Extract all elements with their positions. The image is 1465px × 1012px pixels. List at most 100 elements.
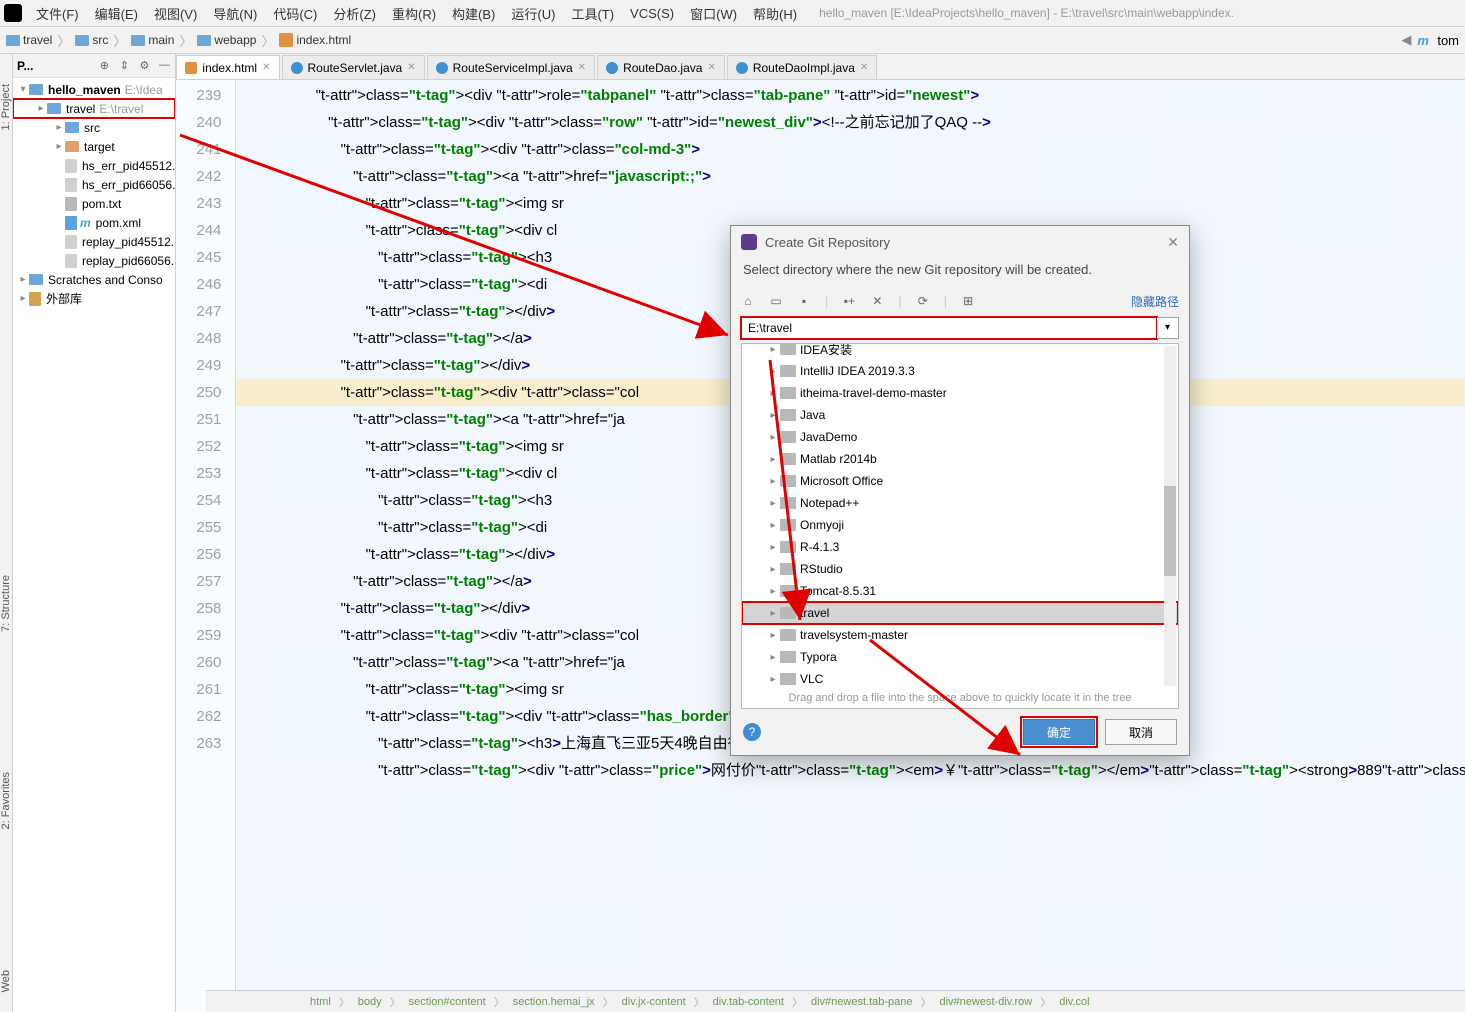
editor-tab[interactable]: index.html✕ (176, 55, 279, 79)
home-icon[interactable]: ⌂ (741, 294, 755, 308)
folder-row[interactable]: ▸Matlab r2014b (742, 448, 1178, 470)
breadcrumb-item[interactable]: webapp (197, 33, 256, 47)
folder-row[interactable]: ▸RStudio (742, 558, 1178, 580)
menu-edit[interactable]: 编辑(E) (87, 2, 146, 25)
bc-item[interactable]: div.tab-content (713, 996, 784, 1008)
back-icon[interactable]: ◀ (1401, 32, 1411, 48)
tree-row[interactable]: ▾hello_mavenE:\Idea (13, 80, 175, 99)
menu-code[interactable]: 代码(C) (265, 2, 325, 25)
folder-row[interactable]: ▸Microsoft Office (742, 470, 1178, 492)
bc-item[interactable]: html (310, 996, 331, 1008)
maven-icon[interactable]: m (1417, 33, 1431, 47)
rail-web[interactable]: Web (0, 970, 12, 992)
folder-row[interactable]: ▸IntelliJ IDEA 2019.3.3 (742, 360, 1178, 382)
breadcrumb-item[interactable]: main (131, 33, 174, 47)
menu-build[interactable]: 构建(B) (444, 2, 503, 25)
tree-row[interactable]: hs_err_pid66056. (13, 175, 175, 194)
dialog-toolbar: ⌂ ▭ ▪ | ▪+ ✕ | ⟳ | ⊞ 隐藏路径 (731, 287, 1189, 315)
tree-row[interactable]: ▸Scratches and Conso (13, 270, 175, 289)
menu-view[interactable]: 视图(V) (146, 2, 205, 25)
tree-row[interactable]: ▸外部库 (13, 289, 175, 308)
rail-favorites[interactable]: 2: Favorites (0, 772, 12, 829)
cancel-button[interactable]: 取消 (1105, 719, 1177, 745)
close-icon[interactable]: ✕ (1167, 234, 1179, 251)
tree-row[interactable]: replay_pid45512. (13, 232, 175, 251)
menu-file[interactable]: 文件(F) (28, 2, 87, 25)
path-dropdown[interactable]: ▾ (1157, 317, 1179, 339)
project-icon[interactable]: ▪ (797, 294, 811, 308)
folder-row[interactable]: ▸itheima-travel-demo-master (742, 382, 1178, 404)
hide-path-link[interactable]: 隐藏路径 (1131, 293, 1179, 310)
scrollbar-thumb[interactable] (1164, 486, 1176, 576)
close-icon[interactable]: ✕ (707, 62, 715, 73)
tree-row[interactable]: replay_pid66056. (13, 251, 175, 270)
rail-project[interactable]: 1: Project (0, 84, 12, 130)
folder-row[interactable]: ▸Java (742, 404, 1178, 426)
menu-vcs[interactable]: VCS(S) (622, 4, 682, 23)
bc-item[interactable]: div#newest.tab-pane (811, 996, 913, 1008)
bc-item[interactable]: body (358, 996, 382, 1008)
dialog-folder-tree[interactable]: ▸IDEA安装▸IntelliJ IDEA 2019.3.3▸itheima-t… (741, 343, 1179, 709)
menu-navigate[interactable]: 导航(N) (205, 2, 265, 25)
dialog-hint: Drag and drop a file into the space abov… (742, 688, 1178, 708)
close-icon[interactable]: ✕ (860, 62, 868, 73)
folder-row[interactable]: ▸R-4.1.3 (742, 536, 1178, 558)
bc-item[interactable]: div.col (1059, 996, 1089, 1008)
menu-tools[interactable]: 工具(T) (563, 2, 622, 25)
menu-window[interactable]: 窗口(W) (682, 2, 745, 25)
ok-button[interactable]: 确定 (1023, 719, 1095, 745)
tree-row[interactable]: pom.txt (13, 194, 175, 213)
close-icon[interactable]: ✕ (578, 62, 586, 73)
breadcrumb-sep: 〉 (261, 31, 274, 50)
path-input[interactable] (741, 317, 1157, 339)
tree-row[interactable]: ▸src (13, 118, 175, 137)
breadcrumb-item[interactable]: index.html (279, 33, 351, 47)
folder-row[interactable]: ▸VLC (742, 668, 1178, 688)
folder-icon (780, 409, 796, 421)
breadcrumb-item[interactable]: travel (6, 33, 52, 47)
hide-icon[interactable]: — (157, 59, 171, 73)
folder-row[interactable]: ▸travelsystem-master (742, 624, 1178, 646)
gear-icon[interactable]: ⚙ (137, 59, 151, 73)
breadcrumb-bar: travel 〉 src 〉 main 〉 webapp 〉 index.htm… (0, 27, 1465, 54)
show-hidden-icon[interactable]: ⊞ (961, 294, 975, 308)
bc-item[interactable]: section#content (409, 996, 486, 1008)
bc-item[interactable]: section.hemai_jx (513, 996, 595, 1008)
close-icon[interactable]: ✕ (407, 62, 415, 73)
folder-row[interactable]: ▸travel (742, 602, 1178, 624)
menu-run[interactable]: 运行(U) (503, 2, 563, 25)
folder-row[interactable]: ▸IDEA安装 (742, 344, 1178, 360)
editor-tab[interactable]: RouteDao.java✕ (597, 55, 725, 79)
bottom-breadcrumb[interactable]: html〉body〉section#content〉section.hemai_… (206, 990, 1465, 1012)
folder-row[interactable]: ▸Onmyoji (742, 514, 1178, 536)
help-icon[interactable]: ? (743, 723, 761, 741)
project-tree[interactable]: ▾hello_mavenE:\Idea▸travelE:\travel▸src▸… (13, 78, 175, 1012)
desktop-icon[interactable]: ▭ (769, 294, 783, 308)
editor-tab[interactable]: RouteServlet.java✕ (282, 55, 425, 79)
close-icon[interactable]: ✕ (262, 62, 270, 73)
tree-row[interactable]: ▸travelE:\travel (13, 99, 175, 118)
tree-row[interactable]: ▸target (13, 137, 175, 156)
tree-row[interactable]: mpom.xml (13, 213, 175, 232)
menu-analyze[interactable]: 分析(Z) (325, 2, 384, 25)
rail-structure[interactable]: 7: Structure (0, 575, 12, 632)
folder-icon (780, 585, 796, 597)
delete-icon[interactable]: ✕ (870, 294, 884, 308)
refresh-icon[interactable]: ⟳ (916, 294, 930, 308)
folder-row[interactable]: ▸Typora (742, 646, 1178, 668)
bc-item[interactable]: div.jx-content (622, 996, 686, 1008)
editor-tab[interactable]: RouteServiceImpl.java✕ (427, 55, 595, 79)
tree-row[interactable]: hs_err_pid45512. (13, 156, 175, 175)
target-icon[interactable]: ⊕ (97, 59, 111, 73)
editor-tab[interactable]: RouteDaoImpl.java✕ (727, 55, 877, 79)
scrollbar[interactable] (1164, 346, 1176, 686)
new-folder-icon[interactable]: ▪+ (842, 294, 856, 308)
folder-row[interactable]: ▸JavaDemo (742, 426, 1178, 448)
bc-item[interactable]: div#newest-div.row (940, 996, 1033, 1008)
folder-row[interactable]: ▸Tomcat-8.5.31 (742, 580, 1178, 602)
breadcrumb-item[interactable]: src (75, 33, 108, 47)
menu-help[interactable]: 帮助(H) (745, 2, 805, 25)
menu-refactor[interactable]: 重构(R) (384, 2, 444, 25)
collapse-icon[interactable]: ⇕ (117, 59, 131, 73)
folder-row[interactable]: ▸Notepad++ (742, 492, 1178, 514)
